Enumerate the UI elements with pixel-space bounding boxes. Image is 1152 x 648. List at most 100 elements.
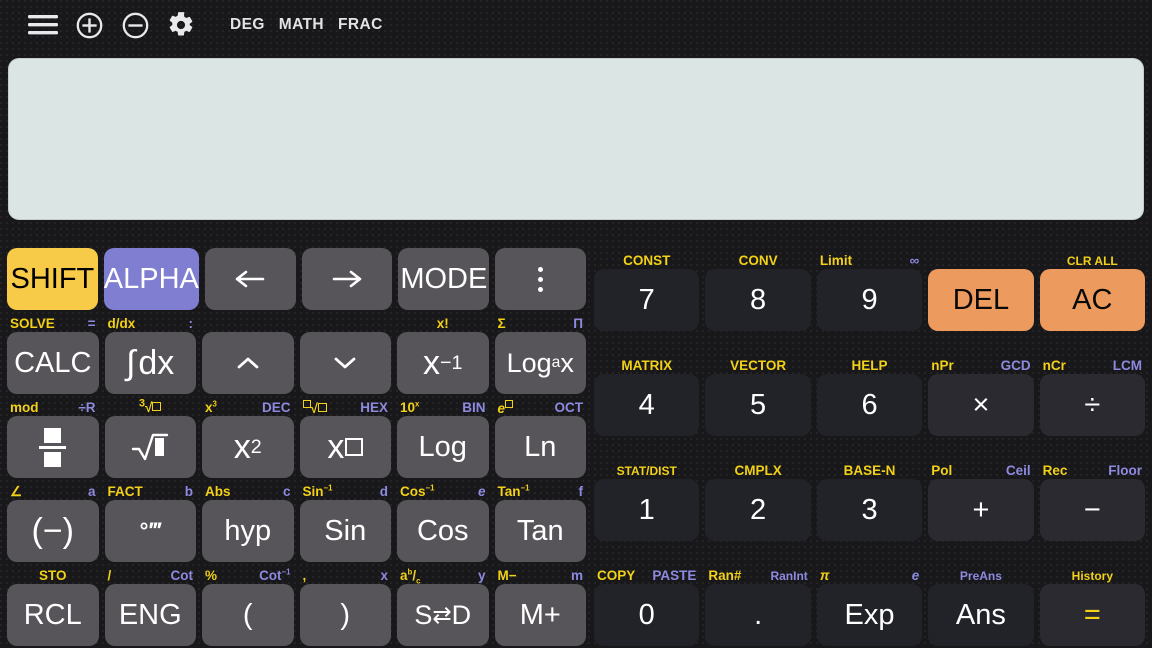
key-hyp[interactable]: hyp xyxy=(202,500,294,562)
shift-label: M− xyxy=(497,567,517,583)
key-cell: SHIFT xyxy=(4,226,101,310)
key-row: STAT/DIST 1 CMPLX 2 BASE-N 3 Pol Ceil + Rec Floor − xyxy=(591,436,1148,541)
key-shift[interactable]: SHIFT xyxy=(7,248,98,310)
key-degrees-minutes-seconds[interactable]: ° ‴ xyxy=(104,500,196,562)
gear-icon[interactable] xyxy=(158,2,204,48)
key-x-inverse[interactable]: x −1 xyxy=(397,332,489,394)
alpha-label: a xyxy=(87,483,96,499)
key-overflow-menu[interactable] xyxy=(495,248,587,310)
key-cos[interactable]: Cos xyxy=(397,500,489,562)
key-cell: CONST 7 xyxy=(591,226,702,331)
key-m[interactable]: M+ xyxy=(494,584,586,646)
key-del[interactable]: DEL xyxy=(928,269,1034,331)
shift-label: Pol xyxy=(931,462,953,478)
key-eng[interactable]: ENG xyxy=(104,584,196,646)
key-1[interactable]: 1 xyxy=(594,479,700,541)
key-rcl[interactable]: RCL xyxy=(7,584,99,646)
key-multiply[interactable]: × xyxy=(928,374,1034,436)
key-7[interactable]: 7 xyxy=(594,269,700,331)
key-cell: STAT/DIST 1 xyxy=(591,436,702,541)
shift-label: / xyxy=(107,567,112,583)
key-sin[interactable]: Sin xyxy=(299,500,391,562)
key-x-power[interactable]: x xyxy=(299,416,391,478)
key-integral[interactable]: ∫ dx xyxy=(104,332,196,394)
shift-label: History xyxy=(1071,568,1113,583)
key-square-root[interactable] xyxy=(104,416,196,478)
key-0[interactable]: 0 xyxy=(594,584,700,646)
key-secondary-labels: mod ÷R xyxy=(7,399,99,416)
key-calc[interactable]: CALC xyxy=(7,332,99,394)
key-secondary-labels: Sin−1 d xyxy=(300,483,392,500)
shift-label: ∠ xyxy=(10,483,23,499)
key-alpha[interactable]: ALPHA xyxy=(103,248,199,310)
key-secondary-labels: CONV xyxy=(705,252,810,269)
key-mode[interactable]: MODE xyxy=(398,248,490,310)
key-row: mod ÷R 3√ x3 DEC x 2 √ HEX x 10x BIN Log e OCT Ln xyxy=(4,394,589,478)
shift-label: CONST xyxy=(623,252,671,268)
key-plus[interactable]: + xyxy=(928,479,1034,541)
key-fraction[interactable] xyxy=(7,416,99,478)
shift-label: CONV xyxy=(738,252,778,268)
key-cell: 10x BIN Log xyxy=(394,394,492,478)
key-ln[interactable]: Ln xyxy=(494,416,586,478)
key-secondary-labels: % Cot−1 xyxy=(202,567,294,584)
key-4[interactable]: 4 xyxy=(594,374,700,436)
key-minus[interactable]: − xyxy=(1039,479,1146,541)
status-angle-mode: DEG xyxy=(230,16,265,33)
key-x-squared[interactable]: x2 xyxy=(202,416,294,478)
minus-circle-icon[interactable] xyxy=(112,2,158,48)
key-5[interactable]: 5 xyxy=(705,374,811,436)
key-exp[interactable]: Exp xyxy=(816,584,923,646)
shift-label: Limit xyxy=(819,252,853,268)
shift-label: COPY xyxy=(597,567,636,583)
key-2[interactable]: 2 xyxy=(705,479,811,541)
alpha-label: PASTE xyxy=(652,567,697,583)
key-left-arrow[interactable] xyxy=(204,248,296,310)
key-cell: CMPLX 2 xyxy=(702,436,813,541)
key-decimal-point[interactable]: . xyxy=(705,584,811,646)
key-cell: Abs c hyp xyxy=(199,478,297,562)
key-divide[interactable]: ÷ xyxy=(1039,374,1146,436)
key-secondary-labels: History xyxy=(1040,567,1145,584)
key-close-paren[interactable]: ) xyxy=(299,584,391,646)
key-ans[interactable]: Ans xyxy=(928,584,1034,646)
key-6[interactable]: 6 xyxy=(816,374,923,436)
key-down-arrow[interactable] xyxy=(299,332,391,394)
key-cell: PreAns Ans xyxy=(925,541,1036,646)
key-log[interactable]: Log xyxy=(397,416,489,478)
key-log-base-a[interactable]: Log a x xyxy=(494,332,586,394)
alpha-label: d xyxy=(379,483,388,499)
hamburger-menu-icon[interactable] xyxy=(20,2,66,48)
shift-label: % xyxy=(205,567,218,583)
key-cell: nCr LCM ÷ xyxy=(1037,331,1148,436)
key-s-to-d[interactable]: S ⇄ D xyxy=(397,584,489,646)
key-up-arrow[interactable] xyxy=(202,332,294,394)
key-row: SHIFT ALPHA MODE xyxy=(4,226,589,310)
key-cell: x! x −1 xyxy=(394,310,492,394)
plus-circle-icon[interactable] xyxy=(66,2,112,48)
key-cell: COPY PASTE 0 xyxy=(591,541,702,646)
display-area xyxy=(0,50,1152,226)
key-cell: d/dx: ∫ dx xyxy=(102,310,200,394)
key-secondary-labels: nPr GCD xyxy=(928,357,1033,374)
key-secondary-labels xyxy=(205,231,296,248)
key-open-paren[interactable]: ( xyxy=(202,584,294,646)
function-keypad: SHIFT ALPHA MODE SOLVE = CALC d/dx: ∫ dx x! x −1 Σ Π… xyxy=(4,226,589,646)
alpha-label: c xyxy=(282,483,291,499)
key-right-arrow[interactable] xyxy=(301,248,393,310)
key-9[interactable]: 9 xyxy=(816,269,923,331)
key-negative-sign[interactable]: (−) xyxy=(7,500,99,562)
key-secondary-labels: COPY PASTE xyxy=(594,567,699,584)
key-3[interactable]: 3 xyxy=(816,479,923,541)
calculator-display[interactable] xyxy=(8,58,1144,220)
key-equals[interactable]: = xyxy=(1039,584,1146,646)
alpha-label: b xyxy=(184,483,193,499)
shift-label: BASE-N xyxy=(843,462,896,478)
key-tan[interactable]: Tan xyxy=(494,500,586,562)
key-ac[interactable]: AC xyxy=(1039,269,1146,331)
shift-label: x3 xyxy=(205,399,217,415)
shift-label: 10x xyxy=(400,399,420,415)
key-8[interactable]: 8 xyxy=(705,269,811,331)
shift-label: FACT xyxy=(107,483,143,499)
key-secondary-labels xyxy=(300,315,392,332)
